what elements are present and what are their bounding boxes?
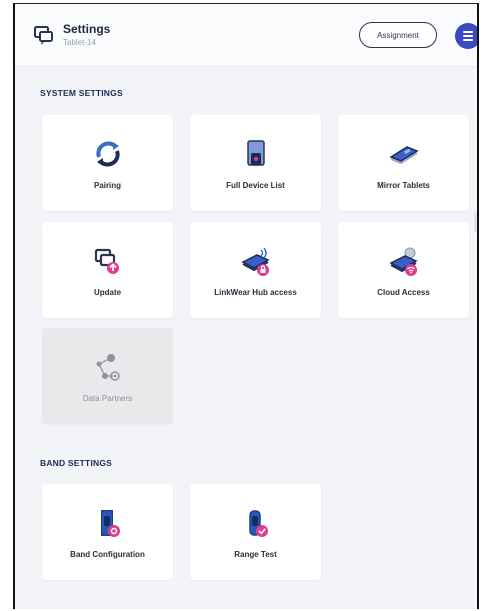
linkwear-hub-access-card[interactable]: LinkWear Hub access [190, 222, 321, 318]
assignment-button[interactable]: Assignment [359, 22, 437, 48]
update-card[interactable]: Update [42, 222, 173, 318]
header-bar: Settings Tablet-14 Assignment [15, 4, 477, 67]
band-configuration-card[interactable]: Band Configuration [42, 484, 173, 580]
card-label: Pairing [93, 181, 122, 190]
scroll-handle[interactable] [474, 212, 477, 232]
data-partners-card: Data Partners [42, 328, 173, 424]
card-label: Cloud Access [377, 288, 430, 297]
tablet-list-icon [246, 140, 265, 166]
band-check-icon [248, 510, 268, 537]
range-test-card[interactable]: Range Test [190, 484, 321, 580]
cloud-access-card[interactable]: Cloud Access [338, 222, 469, 318]
band-gear-icon [100, 510, 120, 537]
full-device-list-card[interactable]: Full Device List [190, 115, 321, 211]
menu-button[interactable] [455, 23, 477, 49]
device-name: Tablet-14 [63, 38, 96, 47]
cloud-wifi-icon [388, 247, 418, 276]
update-icon [94, 248, 119, 274]
hub-lock-icon [240, 247, 270, 276]
mirror-tablets-card[interactable]: Mirror Tablets [338, 115, 469, 211]
card-label: LinkWear Hub access [214, 288, 297, 297]
sync-icon [95, 141, 120, 167]
pairing-card[interactable]: Pairing [42, 115, 173, 211]
band-settings-heading: BAND SETTINGS [40, 458, 113, 468]
card-label: Mirror Tablets [377, 181, 430, 190]
data-partners-icon [96, 354, 120, 381]
card-label: Update [93, 288, 122, 297]
card-label: Range Test [234, 550, 277, 559]
settings-screen: Settings Tablet-14 Assignment SYSTEM SET… [13, 3, 479, 609]
system-settings-heading: SYSTEM SETTINGS [40, 88, 123, 98]
page-title: Settings [63, 22, 111, 36]
card-label: Band Configuration [70, 550, 145, 559]
mirror-tablets-icon [388, 146, 419, 165]
card-label: Full Device List [226, 181, 285, 190]
chat-bubbles-icon [34, 26, 53, 45]
hamburger-menu-icon [463, 31, 473, 33]
card-label: Data Partners [82, 394, 133, 403]
